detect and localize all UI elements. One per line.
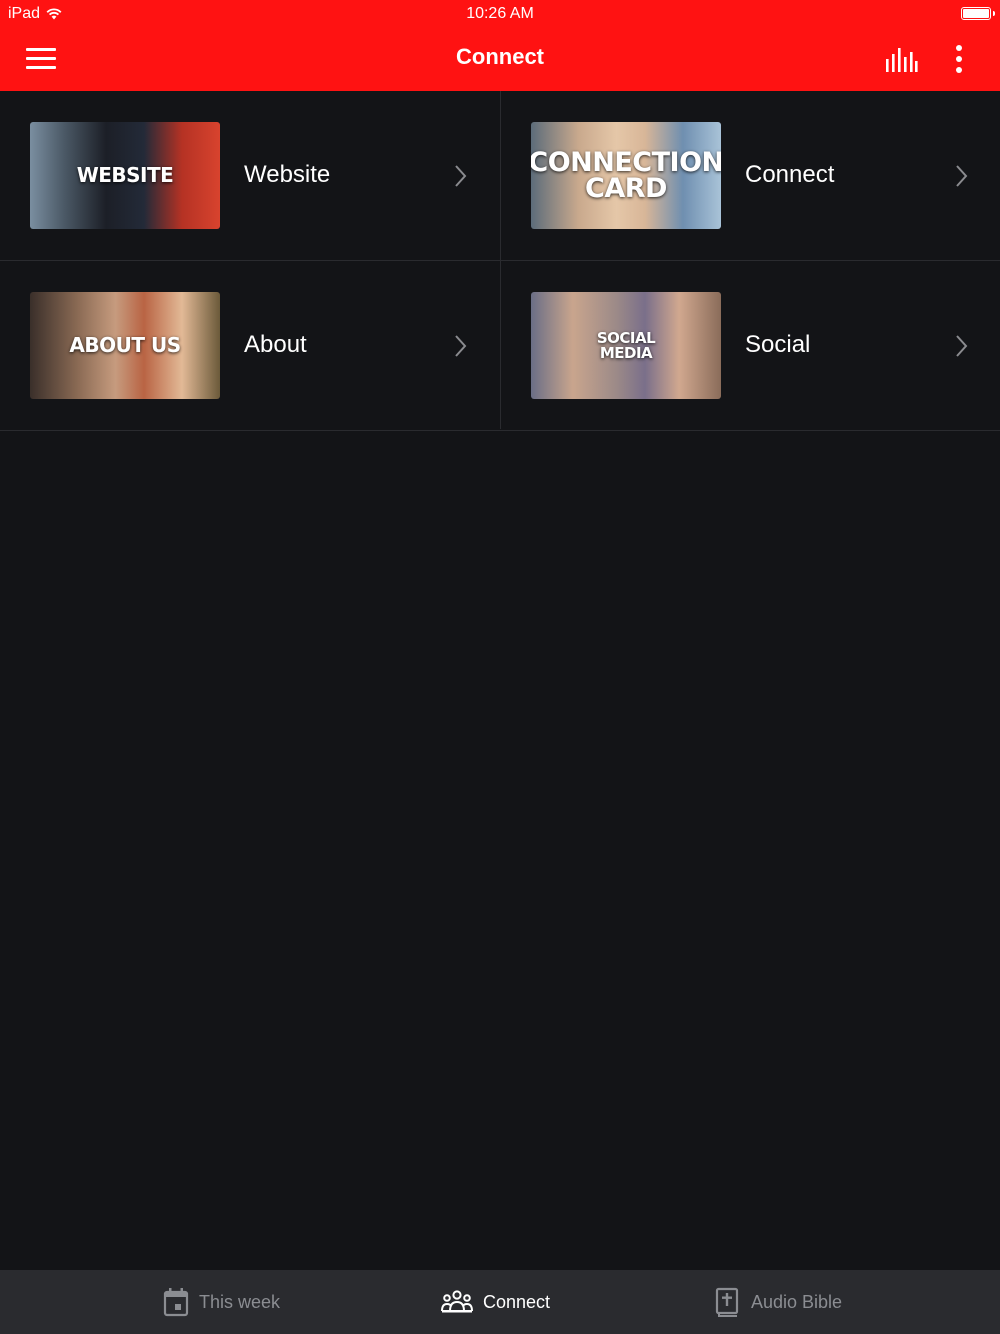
tab-this-week-label: This week	[199, 1291, 281, 1312]
page-title: Connect	[456, 44, 544, 69]
status-time: 10:26 AM	[466, 5, 534, 22]
connection-card-thumbnail-text: CONNECTION CARD	[531, 146, 721, 204]
social-label: Social	[745, 331, 811, 358]
more-icon-dot	[956, 56, 962, 62]
website-thumbnail: WEBSITE	[30, 122, 220, 229]
status-bar: iPad 10:26 AM	[0, 0, 1000, 28]
column-divider	[500, 91, 501, 429]
connect-label: Connect	[745, 161, 835, 188]
about-us-thumbnail-text: ABOUT US	[69, 333, 181, 357]
chevron-right-icon	[455, 165, 467, 187]
battery-icon	[961, 7, 995, 20]
chevron-right-icon	[956, 335, 968, 357]
bible-icon	[715, 1287, 739, 1317]
audio-bars-icon[interactable]	[884, 48, 918, 72]
social-media-thumbnail: SOCIAL MEDIA	[531, 292, 721, 399]
about-us-thumbnail: ABOUT US	[30, 292, 220, 399]
tab-connect[interactable]: Connect	[441, 1270, 550, 1334]
social-item[interactable]: SOCIAL MEDIA Social	[501, 261, 1000, 430]
more-icon-dot	[956, 67, 962, 73]
website-thumbnail-text: WEBSITE	[76, 163, 174, 187]
more-icon	[956, 45, 962, 51]
chevron-right-icon	[455, 335, 467, 357]
social-media-thumbnail-text: SOCIAL MEDIA	[596, 329, 656, 362]
calendar-icon	[163, 1288, 189, 1317]
tab-connect-label: Connect	[483, 1291, 551, 1312]
tab-audio-bible-label: Audio Bible	[751, 1291, 843, 1312]
website-label: Website	[244, 161, 331, 188]
about-label: About	[244, 331, 307, 358]
tab-this-week[interactable]: This week	[163, 1270, 280, 1334]
nav-bar: Connect	[0, 28, 1000, 91]
connection-card-item[interactable]: CONNECTION CARD Connect	[501, 91, 1000, 260]
more-options-button[interactable]	[948, 44, 970, 74]
chevron-right-icon	[956, 165, 968, 187]
tab-bar: This week Connect Audio Bible	[0, 1270, 1000, 1334]
connection-card-thumbnail: CONNECTION CARD	[531, 122, 721, 229]
about-item[interactable]: ABOUT US About	[0, 261, 500, 430]
people-icon	[441, 1290, 473, 1313]
website-item[interactable]: WEBSITE Website	[0, 91, 500, 260]
tab-audio-bible[interactable]: Audio Bible	[715, 1270, 842, 1334]
app-header: iPad 10:26 AM Connect	[0, 0, 1000, 91]
